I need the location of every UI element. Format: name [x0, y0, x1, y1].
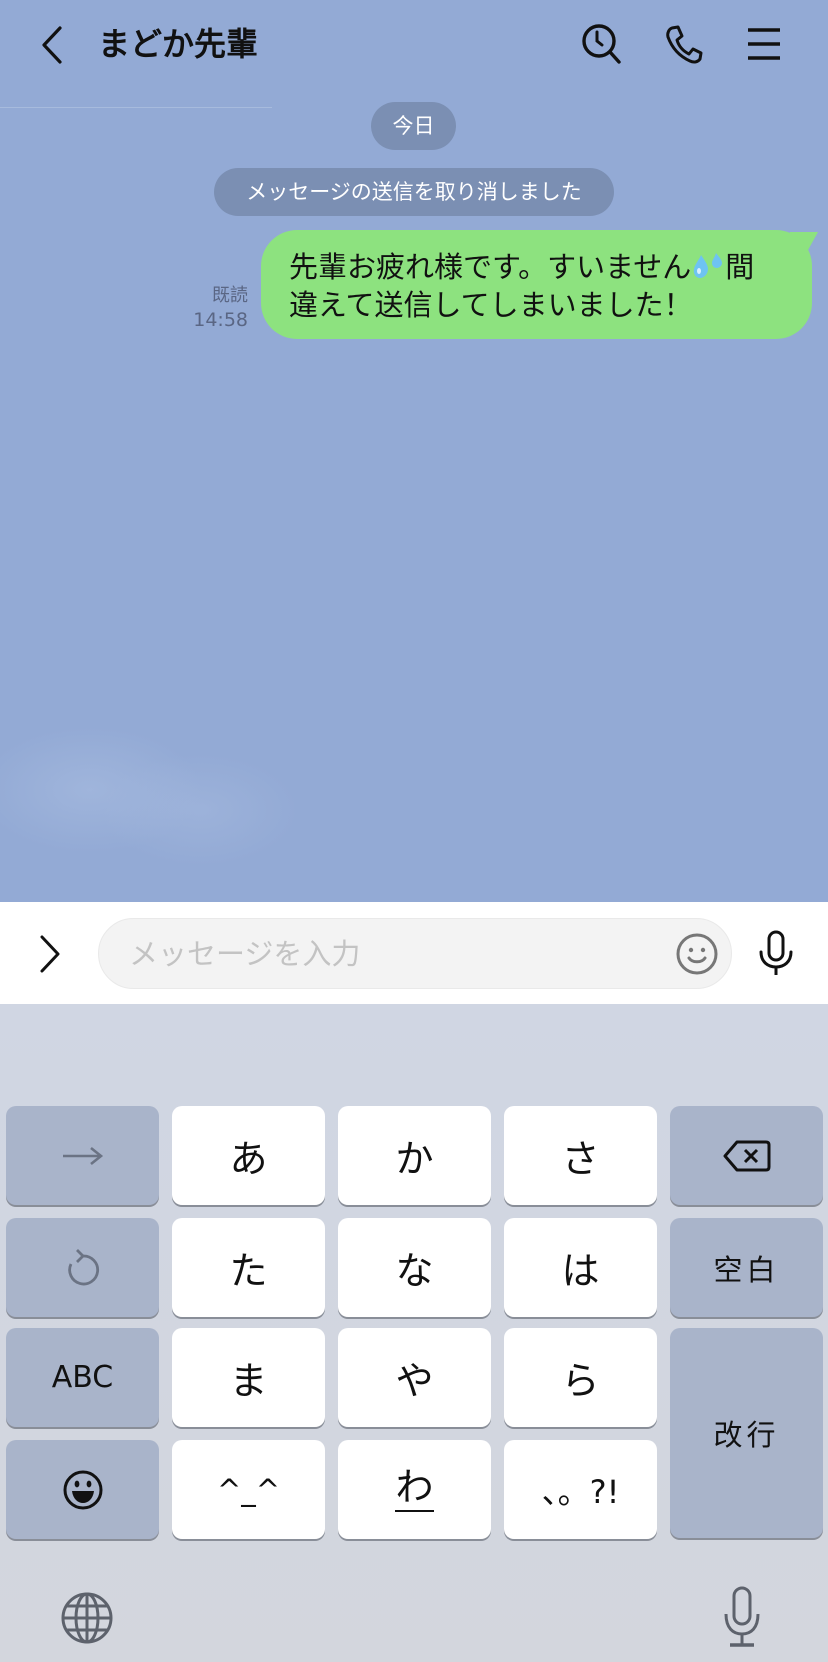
message-line-2: 違えて送信してしまいました！	[289, 288, 693, 322]
date-separator: 今日	[371, 102, 456, 150]
menu-button[interactable]	[744, 22, 786, 66]
key-punctuation[interactable]: 、。?!	[504, 1440, 657, 1539]
key-ra[interactable]: ら	[504, 1328, 657, 1427]
phone-icon	[666, 25, 703, 64]
message-input[interactable]	[129, 919, 649, 988]
key-kaomoji[interactable]: ^_^	[172, 1440, 325, 1539]
dictation-microphone-icon	[724, 1586, 760, 1647]
key-ha[interactable]: は	[504, 1218, 657, 1317]
key-wa-label: わ	[395, 1468, 434, 1512]
key-ya[interactable]: や	[338, 1328, 491, 1427]
menu-icon	[748, 28, 780, 60]
key-abc[interactable]: ABC	[6, 1328, 159, 1427]
sweat-droplets-icon	[694, 253, 723, 278]
key-delete[interactable]	[670, 1106, 823, 1205]
message-input-bar	[0, 902, 828, 1004]
globe-icon	[61, 1592, 113, 1644]
header-divider	[0, 107, 272, 108]
key-next-arrow[interactable]	[6, 1106, 159, 1205]
message-bubble-sent[interactable]: 先輩お疲れ様です。すいません間 違えて送信してしまいました！	[261, 230, 812, 339]
key-return[interactable]: 改行	[670, 1328, 823, 1538]
key-wa[interactable]: わ	[338, 1440, 491, 1539]
microphone-icon	[759, 930, 793, 975]
message-line-1: 先輩お疲れ様です。すいません間	[289, 250, 755, 284]
message-time: 14:58	[193, 309, 248, 331]
backspace-icon	[723, 1140, 770, 1171]
chat-title: まどか先輩	[98, 25, 259, 63]
emoji-face-icon	[63, 1470, 102, 1509]
smiley-icon	[676, 933, 718, 975]
emoji-button[interactable]	[675, 932, 719, 976]
message-field	[98, 918, 732, 989]
read-receipt: 既読 14:58	[193, 284, 248, 332]
back-button[interactable]	[36, 24, 70, 66]
search-history-icon	[582, 24, 621, 64]
chevron-right-icon	[40, 935, 60, 973]
undo-icon	[67, 1248, 99, 1285]
arrow-right-icon	[62, 1146, 103, 1165]
key-emoji[interactable]	[6, 1440, 159, 1539]
expand-toolbar-button[interactable]	[36, 934, 64, 974]
keyboard: あ か さ た な は 空白 ABC ま や ら 改行 ^_^ わ 、。?!	[0, 1004, 828, 1662]
chat-area: まどか先輩 今日 メッセージの送信を取り消しました 既読 14:58 先輩お疲れ…	[0, 0, 828, 902]
key-ka[interactable]: か	[338, 1106, 491, 1205]
key-ta[interactable]: た	[172, 1218, 325, 1317]
chevron-left-icon	[42, 26, 62, 64]
dictation-button[interactable]	[722, 1586, 762, 1648]
key-a[interactable]: あ	[172, 1106, 325, 1205]
system-message-unsent: メッセージの送信を取り消しました	[214, 168, 614, 216]
call-button[interactable]	[662, 22, 704, 66]
search-button[interactable]	[580, 22, 622, 66]
switch-keyboard-button[interactable]	[60, 1591, 114, 1645]
key-undo[interactable]	[6, 1218, 159, 1317]
read-label: 既読	[212, 285, 248, 306]
key-ma[interactable]: ま	[172, 1328, 325, 1427]
key-space[interactable]: 空白	[670, 1218, 823, 1317]
key-sa[interactable]: さ	[504, 1106, 657, 1205]
key-na[interactable]: な	[338, 1218, 491, 1317]
voice-message-button[interactable]	[756, 930, 796, 976]
